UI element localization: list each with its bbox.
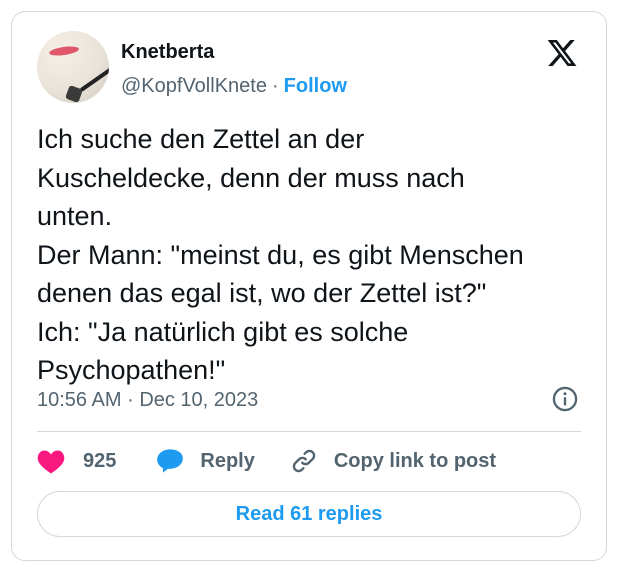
divider [37,431,581,432]
follow-button[interactable]: Follow [284,75,347,97]
x-logo-icon[interactable] [545,37,579,69]
copy-link-button[interactable]: Copy link to post [290,447,496,475]
handle-separator: · [271,75,279,97]
tweet-time[interactable]: 10:56 AM [37,389,122,411]
reply-bubble-icon [157,449,184,473]
heart-icon [37,450,65,474]
copy-link-label: Copy link to post [333,449,497,472]
timestamp-separator: · [127,389,134,411]
like-button[interactable]: 925 [37,448,116,474]
info-icon[interactable] [551,385,579,413]
author-handle[interactable]: @KopfVollKnete [121,75,267,97]
tweet-timestamp[interactable]: 10:56 AM · Dec 10, 2023 [37,387,258,413]
reply-button[interactable]: Reply [156,448,255,474]
reply-label: Reply [200,449,255,472]
like-count: 925 [83,449,117,472]
tweet-text: Ich suche den Zettel an der Kuscheldecke… [37,124,524,385]
author-handle-row: @KopfVollKnete · Follow [121,73,347,99]
author-name[interactable]: Knetberta [121,39,214,65]
avatar[interactable] [37,31,109,103]
link-icon [292,449,316,473]
read-replies-button[interactable]: Read 61 replies [37,491,581,537]
action-bar: 925 Reply Copy link to post [37,445,496,477]
tweet-card: Knetberta @KopfVollKnete · Follow Ich such… [11,11,607,561]
tweet-date[interactable]: Dec 10, 2023 [139,389,258,411]
